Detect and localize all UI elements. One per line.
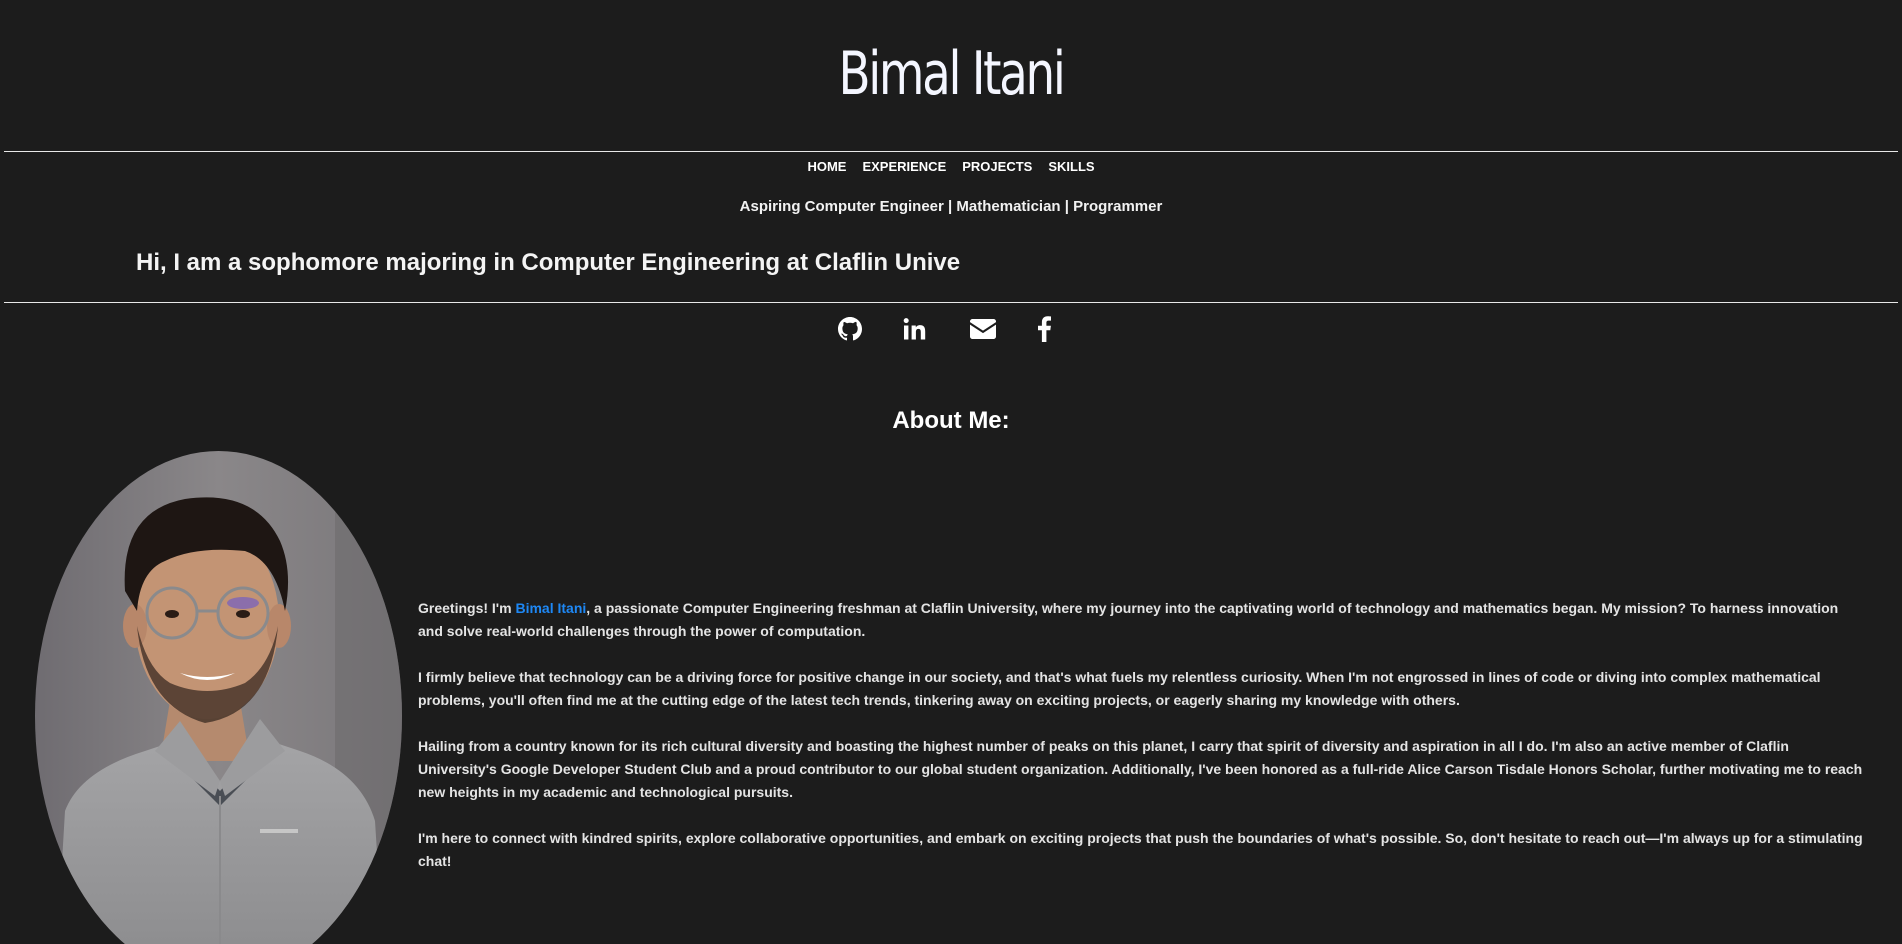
- profile-photo: [35, 451, 402, 944]
- nav-home[interactable]: HOME: [807, 158, 846, 176]
- site-title: Bimal Itani: [838, 39, 1065, 109]
- header-divider: [4, 151, 1898, 152]
- email-link[interactable]: [968, 315, 998, 343]
- social-links: [836, 315, 1066, 345]
- envelope-icon: [970, 319, 996, 339]
- github-icon: [838, 317, 862, 341]
- linkedin-icon: [903, 318, 926, 340]
- nav-projects[interactable]: PROJECTS: [962, 158, 1032, 176]
- about-text: Greetings! I'm Bimal Itani, a passionate…: [418, 597, 1863, 896]
- nav-skills[interactable]: SKILLS: [1048, 158, 1094, 176]
- about-paragraph-2: I firmly believe that technology can be …: [418, 669, 1821, 708]
- github-link[interactable]: [836, 315, 864, 343]
- intro-typing-text: Hi, I am a sophomore majoring in Compute…: [136, 249, 961, 276]
- facebook-link[interactable]: [1034, 315, 1054, 343]
- intro-divider: [4, 302, 1898, 303]
- about-p1-rest: , a passionate Computer Engineering fres…: [418, 600, 1839, 639]
- about-paragraph-4: I'm here to connect with kindred spirits…: [418, 830, 1863, 869]
- about-heading: About Me:: [892, 407, 1010, 434]
- tagline: Aspiring Computer Engineer | Mathematici…: [739, 198, 1163, 215]
- nav-experience[interactable]: EXPERIENCE: [862, 158, 946, 176]
- linkedin-link[interactable]: [902, 315, 928, 343]
- about-paragraph-3: Hailing from a country known for its ric…: [418, 738, 1863, 800]
- facebook-icon: [1038, 316, 1051, 342]
- name-link[interactable]: Bimal Itani: [515, 600, 586, 616]
- about-p1-intro: Greetings! I'm: [418, 600, 516, 616]
- profile-photo-illustration: [35, 451, 402, 944]
- main-nav: HOME EXPERIENCE PROJECTS SKILLS: [0, 158, 1902, 176]
- page: Bimal Itani HOME EXPERIENCE PROJECTS SKI…: [0, 0, 1902, 944]
- about-paragraph-1: Greetings! I'm Bimal Itani, a passionate…: [418, 597, 1863, 643]
